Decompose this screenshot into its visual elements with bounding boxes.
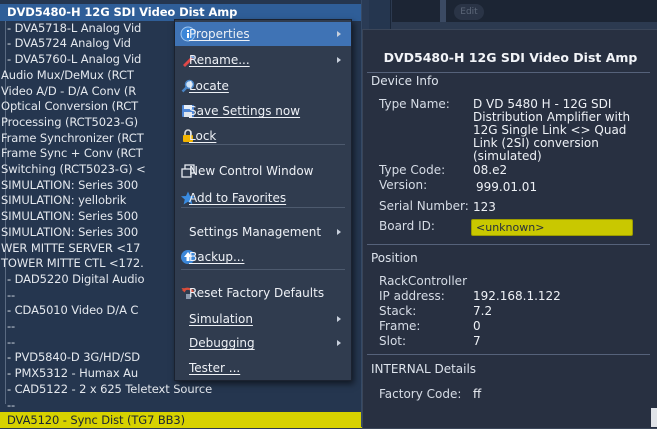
board-id-label: Board ID: [379, 219, 435, 233]
menu-item-reset-factory-defaults[interactable]: Reset Factory Defaults [175, 281, 351, 305]
tree-row-label: Audio Mux/DeMux (RCT [1, 67, 134, 82]
version-value: 999.01.01 [476, 180, 538, 194]
menu-item-save-settings-now[interactable]: Save Settings now [175, 99, 351, 123]
tree-row-label: - PVD5840-D 3G/HD/SD [7, 350, 141, 365]
tree-row-label: - CDA5010 Video D/A C [7, 303, 139, 318]
menu-item-properties[interactable]: Properties [175, 22, 351, 46]
tree-row-label: -- [7, 397, 16, 412]
tree-row-label: - DVA5724 Analog Vid [7, 36, 131, 51]
menu-item-settings-management[interactable]: Settings Management [175, 220, 351, 244]
type-code-value: 08.e2 [473, 163, 508, 177]
tree-row-label: Frame Sync + Conv (RCT [1, 146, 143, 161]
menu-separator [181, 144, 345, 145]
tree-row-label: Frame Synchronizer (RCT [1, 130, 144, 145]
menu-item-label: Properties [189, 27, 250, 41]
menu-item-label: Settings Management [189, 225, 322, 239]
board-id-field[interactable]: <unknown> [471, 219, 633, 236]
menu-separator [181, 207, 345, 208]
position-header: Position [371, 251, 418, 265]
panel-divider [367, 72, 650, 73]
tree-row[interactable]: -- [0, 397, 367, 413]
slot-label: Slot: [379, 334, 407, 348]
panel-divider [367, 244, 650, 245]
menu-item-tester[interactable]: Tester ... [175, 356, 351, 380]
frame-value: 0 [473, 319, 481, 333]
top-toolbar: Edit [392, 0, 657, 22]
type-name-label: Type Name: [379, 97, 450, 111]
serial-number-label: Serial Number: [379, 199, 469, 213]
menu-item-label: Backup... [189, 250, 245, 264]
internal-details-header: INTERNAL Details [371, 362, 477, 376]
tree-row[interactable]: DVA5120 - Sync Dist (TG7 BB3) [0, 412, 387, 429]
menu-item-label: Save Settings now [189, 104, 301, 118]
tree-row-label: -- [7, 287, 16, 302]
menu-separator [181, 269, 345, 270]
menu-item-label: New Control Window [189, 164, 314, 178]
submenu-arrow-icon [337, 340, 341, 346]
type-name-value: D VD 5480 H - 12G SDI Distribution Ampli… [473, 97, 631, 163]
tree-row-label: SIMULATION: Series 300 [1, 224, 139, 239]
tree-row-label: Optical Conversion (RCT [1, 99, 139, 114]
menu-item-label: Tester ... [189, 361, 241, 375]
tree-row-label: WER MITTE SERVER <17 [1, 240, 141, 255]
frame-label: Frame: [379, 319, 421, 333]
rack-controller-label: RackController [379, 274, 468, 288]
menu-item-locate[interactable]: Locate [175, 74, 351, 98]
menu-item-debugging[interactable]: Debugging [175, 331, 351, 355]
factory-code-value: ff [473, 387, 482, 401]
menu-item-label: Debugging [189, 336, 255, 350]
panel-divider [367, 354, 650, 355]
device-info-header: Device Info [371, 74, 439, 88]
tree-row-label: SIMULATION: Series 500 [1, 209, 139, 224]
tree-row-label: Switching (RCT5023-G) < [1, 162, 146, 176]
tree-row[interactable]: - CAD5122 - 2 x 625 Teletext Source [0, 381, 367, 397]
tree-row-label: SIMULATION: yellobrik [1, 193, 127, 208]
submenu-arrow-icon [337, 31, 341, 37]
corner-scrollbar[interactable] [651, 408, 657, 427]
device-properties-panel: DVD5480-H 12G SDI Video Dist Amp Device … [362, 29, 657, 429]
submenu-arrow-icon [337, 316, 341, 322]
version-label: Version: [379, 178, 428, 192]
toolbar-separator [440, 0, 446, 22]
menu-item-backup[interactable]: Backup... [175, 245, 351, 269]
menu-item-label: Locate [189, 79, 229, 93]
type-code-label: Type Code: [379, 163, 446, 177]
tree-row-label: - PMX5312 - Humax Au [7, 366, 139, 381]
factory-code-label: Factory Code: [379, 387, 462, 401]
menu-item-rename[interactable]: Rename... [175, 48, 351, 72]
menu-item-new-control-window[interactable]: New Control Window [175, 159, 351, 183]
slot-value: 7 [473, 334, 481, 348]
tree-row-label: TOWER MITTE CTL <172. [1, 256, 144, 271]
menu-item-label: Simulation [189, 312, 253, 326]
tree-row-label: DVD5480-H 12G SDI Video Dist Amp [7, 5, 238, 19]
stack-label: Stack: [379, 304, 417, 318]
menu-item-label: Reset Factory Defaults [189, 286, 325, 300]
submenu-arrow-icon [337, 229, 341, 235]
tree-row-label: -- [7, 319, 16, 333]
edit-button[interactable]: Edit [454, 4, 484, 20]
tree-row-label: - DAD5220 Digital Audio [7, 271, 145, 286]
tree-row-label: - DVA5718-L Analog Vid [7, 20, 142, 35]
tree-row-label: SIMULATION: Series 300 [1, 177, 139, 192]
tree-row-label: - DVA5760-L Analog Vid [7, 52, 142, 67]
tree-row-label: - CAD5122 - 2 x 625 Teletext Source [7, 381, 213, 396]
ip-address-value: 192.168.1.122 [473, 289, 561, 303]
stack-value: 7.2 [473, 304, 493, 318]
tree-row-label: DVA5120 - Sync Dist (TG7 BB3) [7, 413, 186, 428]
tree-row-label: -- [7, 334, 16, 349]
tree-row-label: Processing (RCT5023-G) [1, 114, 139, 129]
context-menu[interactable]: Properties Rename... Locate Save Settings n… [174, 19, 352, 381]
submenu-arrow-icon [337, 57, 341, 63]
menu-item-label: Rename... [189, 53, 250, 67]
serial-number-value: 123 [473, 200, 496, 214]
menu-item-simulation[interactable]: Simulation [175, 307, 351, 331]
panel-title: DVD5480-H 12G SDI Video Dist Amp [383, 50, 638, 65]
ip-address-label: IP address: [379, 289, 445, 303]
tree-row-label: Video A/D - D/A Conv (R [1, 83, 137, 98]
